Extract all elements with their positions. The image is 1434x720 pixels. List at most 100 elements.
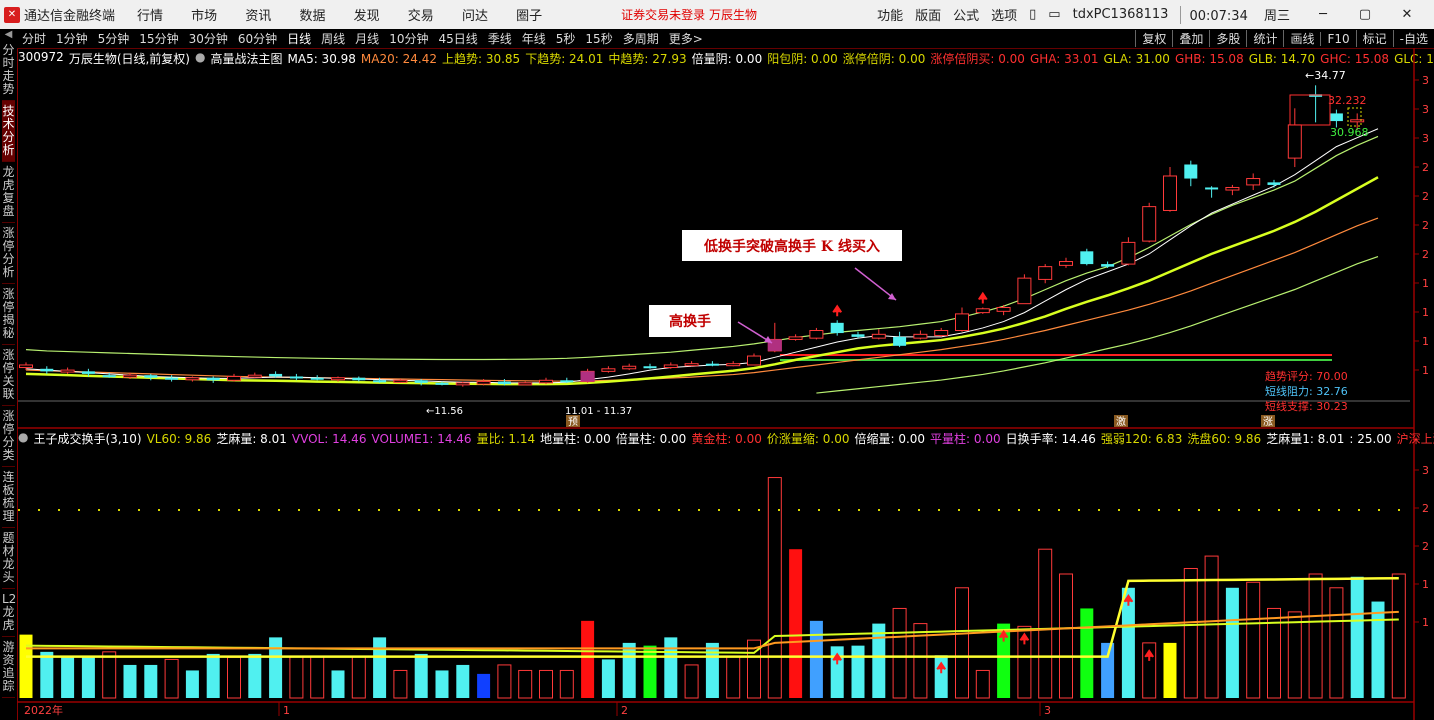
menu-item-trade[interactable]: 交易 — [408, 9, 434, 24]
volume-bar — [373, 637, 387, 698]
sidebar-tab-l2-dragon[interactable]: L2龙虎 — [2, 589, 16, 637]
volume-bar — [185, 670, 199, 698]
period-60min[interactable]: 60分钟 — [238, 30, 277, 47]
price-chart[interactable]: 3 3 3 2 2 2 2 1 1 1 1 3 2 2 1 1 2022年 1 2 3 ←34.77 32.232 30.… — [0, 0, 1434, 720]
settings-dot-icon[interactable]: ● — [195, 50, 205, 66]
price-lower-label: 30.968 — [1330, 126, 1369, 139]
doc-icon[interactable]: ▯ — [1029, 7, 1036, 22]
period-30min[interactable]: 30分钟 — [189, 30, 228, 47]
menu-item-circle[interactable]: 圈子 — [516, 9, 542, 24]
sidebar-tab-limit-secrets[interactable]: 涨停揭秘 — [2, 284, 15, 345]
trend-mid-line — [25, 176, 1379, 386]
volume-up-arrow-icon — [998, 629, 1009, 642]
menu-item-formula[interactable]: 公式 — [953, 5, 979, 24]
title-right: 功能 版面 公式 选项 ▯ ▭ tdxPC1368113 00:07:34 周三… — [877, 0, 1434, 29]
price-low-mid-label: 11.01 - 11.37 — [565, 406, 632, 417]
volume-bar — [477, 673, 491, 698]
candle-body — [497, 381, 511, 385]
menu-item-layout[interactable]: 版面 — [915, 5, 941, 24]
period-1min[interactable]: 1分钟 — [56, 30, 88, 47]
menu-item-news[interactable]: 资讯 — [245, 9, 271, 24]
candle-body — [913, 333, 928, 339]
sidebar-tab-theme-leader[interactable]: 题材龙头 — [2, 528, 15, 589]
sidebar-tab-limit-related[interactable]: 涨停关联 — [2, 345, 15, 406]
period-10min[interactable]: 10分钟 — [389, 30, 428, 47]
period-45day[interactable]: 45日线 — [438, 30, 477, 47]
sidebar-tab-hot-money[interactable]: 游资追踪 — [2, 637, 15, 698]
candle-body — [1184, 164, 1198, 179]
pc-id: tdxPC1368113 — [1072, 7, 1169, 22]
period-weekly[interactable]: 周线 — [321, 30, 345, 47]
volume-bar — [123, 664, 137, 698]
watchlist-button[interactable]: -自选 — [1392, 30, 1434, 47]
sub-indicator-value-6: 倍量柱: 0.00 — [615, 432, 687, 446]
draw-line-button[interactable]: 画线 — [1283, 30, 1320, 47]
score-row-support: 短线支撑: 30.23 — [1265, 400, 1348, 413]
annotation-arrow-1 — [737, 321, 773, 344]
period-15min[interactable]: 15分钟 — [139, 30, 178, 47]
adjust-button[interactable]: 复权 — [1135, 30, 1172, 47]
right-axis-label: 1 — [1422, 306, 1429, 319]
sidebar-tab-technical[interactable]: 技术分析 — [2, 101, 15, 162]
candle-body — [975, 308, 990, 314]
main-menu: 行情 市场 资讯 数据 发现 交易 问达 圈子 — [137, 5, 566, 24]
sidebar-tab-intraday[interactable]: 分时走势 — [2, 40, 15, 101]
f10-button[interactable]: F10 — [1320, 31, 1355, 46]
period-5min[interactable]: 5分钟 — [98, 30, 130, 47]
period-toolbar: 分时 1分钟 5分钟 15分钟 30分钟 60分钟 日线 周线 月线 10分钟 … — [17, 29, 1434, 49]
period-5sec[interactable]: 5秒 — [556, 30, 576, 47]
volume-bar — [913, 623, 928, 699]
period-yearly[interactable]: 年线 — [522, 30, 546, 47]
period-quarterly[interactable]: 季线 — [488, 30, 512, 47]
candle-body — [331, 377, 345, 381]
main-indicator-value-4: 中趋势: 27.93 — [608, 52, 687, 66]
menu-item-market[interactable]: 行情 — [137, 9, 163, 24]
volume-bar — [227, 656, 241, 699]
sidebar-tab-limit-category[interactable]: 涨停分类 — [2, 406, 15, 467]
candle-body — [1017, 277, 1032, 305]
candle-body — [643, 366, 657, 369]
period-intraday[interactable]: 分时 — [22, 30, 46, 47]
sub-settings-dot-icon[interactable]: ● — [18, 430, 28, 446]
sidebar-tab-board-sort[interactable]: 连板梳理 — [2, 467, 15, 528]
sidebar-tab-limit-analysis[interactable]: 涨停分析 — [2, 223, 15, 284]
menu-item-options[interactable]: 选项 — [991, 5, 1017, 24]
volume-bar — [248, 653, 262, 698]
sub-indicator-value-2: VVOL: 14.46 — [291, 432, 367, 446]
login-notice[interactable]: 证券交易未登录 万辰生物 — [621, 6, 757, 23]
mark-button[interactable]: 标记 — [1355, 30, 1393, 47]
close-icon[interactable]: ✕ — [1392, 7, 1422, 22]
candle-body — [40, 368, 54, 372]
volume-avg-line — [26, 576, 1399, 658]
minimize-icon[interactable]: ─ — [1308, 7, 1338, 22]
menu-item-function[interactable]: 功能 — [877, 5, 903, 24]
candle-body — [185, 377, 200, 381]
period-daily[interactable]: 日线 — [287, 30, 311, 47]
menu-item-data[interactable]: 数据 — [299, 9, 325, 24]
overlay-button[interactable]: 叠加 — [1172, 30, 1209, 47]
stats-button[interactable]: 统计 — [1246, 30, 1283, 47]
vol-axis-label: 3 — [1422, 464, 1429, 477]
sub-indicator-name[interactable]: 王子成交换手(3,10) — [33, 430, 141, 446]
sidebar-up-icon[interactable]: ◀ — [0, 29, 17, 40]
candle-body — [435, 382, 449, 385]
volume-bar — [684, 664, 699, 699]
menu-item-market-list[interactable]: 市场 — [191, 9, 217, 24]
sidebar-tab-dragon-review[interactable]: 龙虎复盘 — [2, 162, 15, 223]
candle-body — [81, 371, 95, 374]
volume-bar — [1204, 555, 1219, 699]
multi-stock-button[interactable]: 多股 — [1209, 30, 1246, 47]
candle-body — [1163, 175, 1177, 211]
right-axis-label: 3 — [1422, 132, 1429, 145]
period-15sec[interactable]: 15秒 — [585, 30, 612, 47]
menu-item-discover[interactable]: 发现 — [354, 9, 380, 24]
menu-item-ask[interactable]: 问达 — [462, 9, 488, 24]
tablet-icon[interactable]: ▭ — [1048, 7, 1060, 22]
candle-body — [227, 375, 241, 381]
period-more[interactable]: 更多> — [669, 30, 703, 47]
maximize-icon[interactable]: ▢ — [1350, 7, 1380, 22]
period-multi[interactable]: 多周期 — [623, 30, 659, 47]
period-monthly[interactable]: 月线 — [355, 30, 379, 47]
indicator-name[interactable]: 高量战法主图 — [210, 50, 282, 66]
volume-bar — [1080, 608, 1094, 698]
